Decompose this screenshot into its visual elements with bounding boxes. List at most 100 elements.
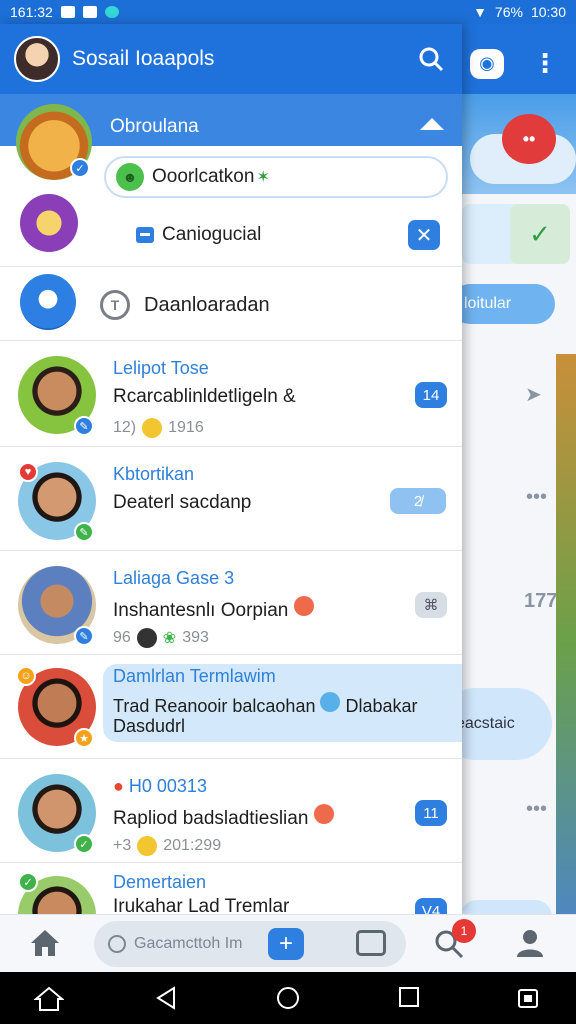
background-number: 177 <box>524 590 558 612</box>
more-dots-icon-2[interactable]: ••• <box>526 798 547 821</box>
unread-count: V4 <box>415 898 447 914</box>
star-channel-avatar[interactable] <box>20 194 78 252</box>
last-message-text: Inshantesnlı Oorpian <box>113 600 289 621</box>
notification-icon <box>60 6 75 18</box>
emoji-icon <box>142 418 163 438</box>
divider <box>0 758 462 759</box>
chat-row[interactable]: ✓ ● H0 00313 Rapliod badsladtieslian +3 … <box>0 760 462 864</box>
last-message: Trad Reanooir balcaohan Dlabakar <box>113 692 418 717</box>
last-message: Irukahar Lad Tremlar <box>113 896 290 914</box>
check-icon[interactable]: ✓ <box>510 204 570 264</box>
t-circle-icon: T <box>100 290 130 320</box>
more-menu-icon[interactable]: ⋮ <box>532 48 558 79</box>
chat-meta: 96 ❀ 393 <box>113 628 209 648</box>
close-icon[interactable]: ✕ <box>408 220 440 250</box>
clock-icon <box>108 935 126 953</box>
online-badge-icon: ✎ <box>74 522 94 542</box>
divider <box>0 862 462 863</box>
status-bar: 161:32 ▼ 76% 10:30 <box>0 0 576 24</box>
contact-name: ● H0 00313 <box>113 776 207 797</box>
divider <box>0 266 462 267</box>
bot-avatar[interactable] <box>20 274 76 330</box>
last-message-line2: Dasdudrl <box>113 716 186 736</box>
chat-row[interactable]: ✓ Demertaien Irukahar Lad Tremlar V4 <box>0 864 462 914</box>
back-icon[interactable] <box>154 986 178 1015</box>
chevron-up-icon[interactable] <box>420 118 444 130</box>
divider <box>0 446 462 447</box>
drawer-header: Sosail Ioaapols <box>0 24 462 94</box>
background-pill[interactable]: loitular <box>450 284 555 324</box>
divider <box>0 340 462 341</box>
edit-badge-icon: ✎ <box>74 626 94 646</box>
online-badge-icon: ✓ <box>74 834 94 854</box>
channel-entry-text: Caniogucial <box>162 224 262 245</box>
photo-thumb-icon <box>136 628 157 648</box>
unread-count: 2̸ <box>390 488 446 514</box>
chat-meta: +3 201:299 <box>113 836 221 856</box>
contact-name: Demertaien <box>113 872 207 892</box>
meta-right: 1916 <box>168 419 204 436</box>
home-icon[interactable] <box>28 927 62 964</box>
profile-icon[interactable] <box>514 927 546 964</box>
unread-count: 11 <box>415 800 447 826</box>
screenshot-icon[interactable] <box>516 986 540 1015</box>
emoji-icon <box>293 596 314 616</box>
emoji-icon <box>313 804 334 824</box>
last-message-text: Trad Reanooir balcaohan <box>113 696 316 716</box>
chat-row[interactable]: ✎ ♥ Kbtortikan Deaterl sacdanp 2̸ <box>0 448 462 552</box>
home-circle-icon[interactable] <box>276 986 300 1015</box>
divider <box>0 550 462 551</box>
more-dots-icon[interactable]: ••• <box>526 486 547 509</box>
unread-count: ⌘ <box>415 592 447 618</box>
status-chip[interactable]: ☻ Ooorlcatkon ✶ <box>104 156 448 198</box>
meta-left: 12) <box>113 419 137 436</box>
system-home-icon[interactable] <box>33 986 65 1017</box>
compose-button[interactable]: + <box>268 928 304 960</box>
status-chip-text: Ooorlcatkon <box>152 166 255 187</box>
last-message: Deaterl sacdanp <box>113 492 252 513</box>
sparkle-icon: ✶ <box>256 169 270 186</box>
last-message-text: Rapliod badsladtieslian <box>113 808 309 829</box>
unread-count: 14 <box>415 382 447 408</box>
contact-name: Laliaga Gase 3 <box>113 568 235 588</box>
last-message: Inshantesnlı Oorpian <box>113 596 314 622</box>
chat-meta: 12) 1916 <box>113 418 204 438</box>
pin-icon: ● <box>113 776 124 796</box>
wifi-icon: ▼ <box>473 4 487 20</box>
divider <box>0 654 462 655</box>
section-title: Obroulana <box>110 116 199 137</box>
emoji-badge-icon: ☺ <box>16 666 36 686</box>
gamepad-icon[interactable]: ◉ <box>470 48 504 79</box>
heart-badge-icon: ♥ <box>18 462 38 482</box>
last-message: Rcarcablinldetligeln & <box>113 386 296 407</box>
bot-entry[interactable]: T Daanloaradan <box>100 290 270 320</box>
bot-entry-text: Daanloaradan <box>144 293 270 316</box>
online-badge-icon: ✓ <box>18 872 38 892</box>
search-icon[interactable] <box>414 42 448 76</box>
channel-entry[interactable]: Caniogucial <box>136 224 261 246</box>
app-title: Sosail Ioaapols <box>72 47 215 70</box>
meta-right: 393 <box>182 629 209 646</box>
emoji-icon <box>320 692 341 712</box>
smiley-icon: ☻ <box>116 163 144 191</box>
star-badge-icon: ★ <box>74 728 94 748</box>
chat-row[interactable]: ✎ Laliaga Gase 3 Inshantesnlı Oorpian 96… <box>0 552 462 656</box>
contact-name-text: H0 00313 <box>128 776 207 796</box>
search-placeholder: Gacamcttoh Im <box>134 935 243 952</box>
meta-left: +3 <box>113 837 132 854</box>
gallery-icon[interactable] <box>356 930 386 956</box>
chat-row-selected[interactable]: ★ ☺ Damlrlan Termlawim Trad Reanooir bal… <box>0 656 462 760</box>
chat-bubble-icon: •• <box>502 114 556 164</box>
contact-name: Damlrlan Termlawim <box>113 666 276 686</box>
verified-badge-icon: ✓ <box>70 158 90 178</box>
meta-right: 201:299 <box>163 837 222 854</box>
status-time-left: 161:32 <box>10 4 53 20</box>
message-square-icon <box>136 227 154 243</box>
user-avatar[interactable] <box>14 36 60 82</box>
app-round-icon <box>104 6 119 18</box>
chat-row[interactable]: ✎ Lelipot Tose Rcarcablinldetligeln & 12… <box>0 342 462 446</box>
send-icon[interactable]: ➤ <box>525 382 542 407</box>
background-image-strip <box>556 354 576 934</box>
recents-icon[interactable] <box>398 986 420 1013</box>
system-navigation <box>0 972 576 1024</box>
